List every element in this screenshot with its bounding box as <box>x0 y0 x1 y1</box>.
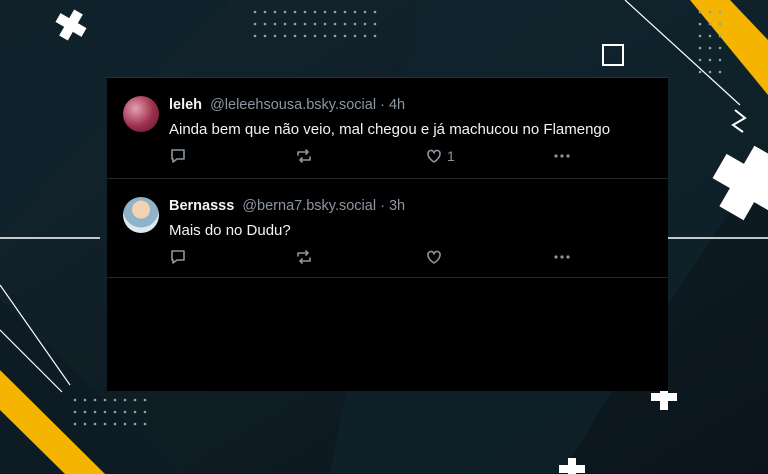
display-name[interactable]: leleh <box>169 97 202 113</box>
like-button[interactable]: 1 <box>425 146 455 166</box>
post-item[interactable]: Bernasss @berna7.bsky.social · 3h Mais d… <box>107 179 668 278</box>
post-actions: 1 <box>169 146 589 166</box>
repost-button[interactable] <box>295 146 313 166</box>
post-text: Ainda bem que não veio, mal chegou e já … <box>169 121 611 138</box>
repost-icon <box>297 250 311 264</box>
display-name[interactable]: Bernasss <box>169 198 234 214</box>
like-count: 1 <box>447 148 455 164</box>
repost-button[interactable] <box>295 247 313 267</box>
thread-card: leleh @leleehsousa.bsky.social · 4h Aind… <box>107 77 668 391</box>
reply-button[interactable] <box>169 247 187 267</box>
more-button[interactable] <box>553 146 571 166</box>
post-header: leleh @leleehsousa.bsky.social · 4h <box>169 97 405 113</box>
repost-icon <box>297 149 311 163</box>
reply-icon <box>171 149 185 163</box>
like-icon <box>427 250 441 264</box>
avatar[interactable] <box>123 96 159 132</box>
handle[interactable]: @leleehsousa.bsky.social <box>210 97 376 113</box>
avatar[interactable] <box>123 197 159 233</box>
handle[interactable]: @berna7.bsky.social <box>242 198 376 214</box>
more-button[interactable] <box>553 247 571 267</box>
reply-button[interactable] <box>169 146 187 166</box>
post-item[interactable]: leleh @leleehsousa.bsky.social · 4h Aind… <box>107 78 668 179</box>
like-icon <box>427 149 441 163</box>
more-icon <box>554 154 570 158</box>
reply-icon <box>171 250 185 264</box>
post-text: Mais do no Dudu? <box>169 222 291 239</box>
timestamp[interactable]: · 3h <box>380 198 405 214</box>
more-icon <box>554 255 570 259</box>
post-header: Bernasss @berna7.bsky.social · 3h <box>169 198 405 214</box>
like-button[interactable] <box>425 247 447 267</box>
post-actions <box>169 247 589 267</box>
timestamp[interactable]: · 4h <box>380 97 405 113</box>
